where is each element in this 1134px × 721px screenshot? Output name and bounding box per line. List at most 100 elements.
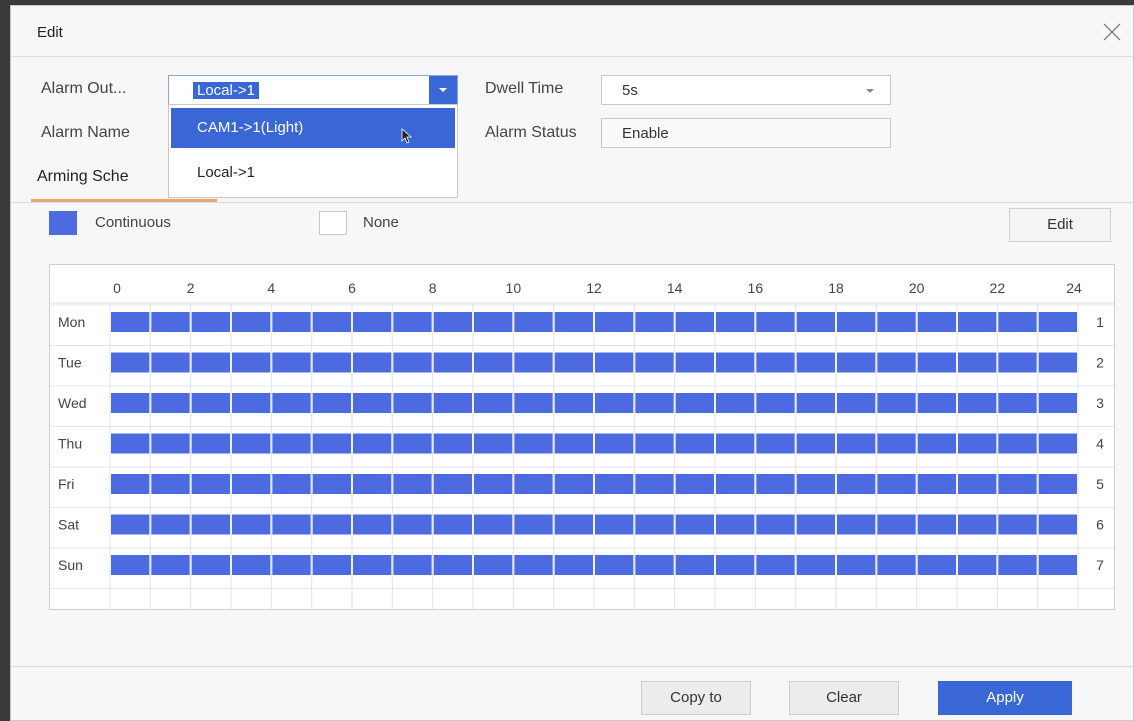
- day-label: Sun: [58, 557, 83, 573]
- hour-label: 20: [909, 280, 925, 296]
- schedule-segment: [393, 474, 432, 494]
- edit-dialog: Edit Alarm Out... Local->1 Dwell Time 5s…: [10, 5, 1134, 721]
- alarm-output-dropdown-button[interactable]: [429, 76, 457, 104]
- schedule-segment: [675, 474, 714, 494]
- schedule-segment: [433, 393, 472, 413]
- schedule-segment: [191, 312, 230, 332]
- hour-label: 6: [348, 280, 356, 296]
- schedule-segment: [796, 352, 835, 373]
- schedule-segment: [393, 433, 432, 454]
- none-swatch[interactable]: [319, 211, 347, 235]
- schedule-segment: [312, 393, 351, 413]
- schedule-segment: [595, 474, 634, 494]
- schedule-segment: [353, 312, 392, 332]
- hour-label: 14: [667, 280, 683, 296]
- schedule-segment: [796, 393, 835, 413]
- schedule-segment: [272, 514, 311, 535]
- schedule-segment: [272, 474, 311, 494]
- schedule-segment: [595, 393, 634, 413]
- day-label: Tue: [58, 355, 82, 371]
- dialog-title: Edit: [37, 24, 63, 41]
- hour-label: 18: [828, 280, 844, 296]
- schedule-segment: [514, 393, 553, 413]
- schedule-segment: [554, 433, 593, 454]
- schedule-segment: [1038, 514, 1077, 535]
- schedule-segment: [877, 393, 916, 413]
- schedule-segment: [312, 312, 351, 332]
- schedule-segment: [474, 393, 513, 413]
- schedule-segment: [353, 555, 392, 575]
- schedule-segment: [393, 352, 432, 373]
- schedule-segment: [756, 474, 795, 494]
- schedule-segment: [312, 433, 351, 454]
- hour-label: 16: [748, 280, 764, 296]
- schedule-segment: [474, 433, 513, 454]
- schedule-segment: [716, 312, 755, 332]
- schedule-segment: [1038, 433, 1077, 454]
- schedule-segment: [433, 352, 472, 373]
- clear-button[interactable]: Clear: [789, 681, 899, 715]
- alarm-status-value: Enable: [622, 125, 669, 142]
- schedule-segment: [998, 555, 1037, 575]
- tab-divider: [11, 202, 1133, 203]
- dropdown-option-cam1[interactable]: CAM1->1(Light): [171, 108, 455, 148]
- alarm-status-field[interactable]: Enable: [601, 118, 891, 148]
- schedule-segment: [958, 433, 997, 454]
- schedule-segment: [232, 352, 271, 373]
- schedule-segment: [958, 393, 997, 413]
- schedule-segment: [756, 433, 795, 454]
- schedule-segment: [917, 555, 956, 575]
- schedule-segment: [514, 433, 553, 454]
- schedule-segment: [151, 514, 190, 535]
- schedule-segment: [675, 433, 714, 454]
- schedule-segment: [232, 514, 271, 535]
- schedule-segment: [1038, 312, 1077, 332]
- continuous-swatch[interactable]: [49, 211, 77, 235]
- hour-label: 0: [113, 280, 121, 296]
- schedule-grid-canvas[interactable]: 0 2 4 6 8 10 12 14 16 18 20 22 24Mon 1Tue 2Wed 3Thu 4Fri…: [50, 265, 1114, 609]
- schedule-segment: [191, 393, 230, 413]
- schedule-segment: [877, 433, 916, 454]
- day-label: Fri: [58, 476, 74, 492]
- schedule-grid[interactable]: 0 2 4 6 8 10 12 14 16 18 20 22 24 Mon 1 Tue 2 Wed 3 Thu 4 Fri…: [49, 264, 1115, 610]
- schedule-segment: [111, 514, 150, 535]
- schedule-segment: [998, 352, 1037, 373]
- copy-to-button[interactable]: Copy to: [641, 681, 751, 715]
- schedule-segment: [191, 514, 230, 535]
- schedule-segment: [111, 312, 150, 332]
- schedule-segment: [554, 555, 593, 575]
- tab-active-indicator: [31, 199, 217, 202]
- schedule-segment: [917, 393, 956, 413]
- schedule-segment: [998, 514, 1037, 535]
- close-icon[interactable]: [1101, 21, 1123, 43]
- schedule-segment: [635, 433, 674, 454]
- chevron-down-icon: [866, 89, 874, 93]
- continuous-label: Continuous: [95, 214, 171, 231]
- tab-arming-schedule[interactable]: Arming Sche: [37, 168, 129, 186]
- schedule-segment: [111, 393, 150, 413]
- schedule-segment: [111, 352, 150, 373]
- schedule-segment: [312, 474, 351, 494]
- schedule-segment: [151, 352, 190, 373]
- schedule-segment: [433, 312, 472, 332]
- apply-button[interactable]: Apply: [938, 681, 1072, 715]
- schedule-segment: [595, 514, 634, 535]
- schedule-segment: [796, 514, 835, 535]
- schedule-segment: [796, 555, 835, 575]
- dropdown-option-local1[interactable]: Local->1: [171, 153, 455, 193]
- alarm-output-select[interactable]: Local->1: [168, 75, 458, 105]
- schedule-segment: [232, 433, 271, 454]
- schedule-segment: [474, 312, 513, 332]
- schedule-segment: [151, 474, 190, 494]
- dwell-time-select[interactable]: 5s: [601, 75, 891, 105]
- schedule-segment: [272, 433, 311, 454]
- hour-label: 24: [1066, 280, 1082, 296]
- edit-schedule-button[interactable]: Edit: [1009, 208, 1111, 242]
- alarm-status-label: Alarm Status: [485, 124, 577, 141]
- schedule-segment: [958, 312, 997, 332]
- schedule-segment: [958, 555, 997, 575]
- schedule-segment: [958, 352, 997, 373]
- schedule-segment: [635, 352, 674, 373]
- schedule-segment: [1038, 352, 1077, 373]
- schedule-segment: [716, 555, 755, 575]
